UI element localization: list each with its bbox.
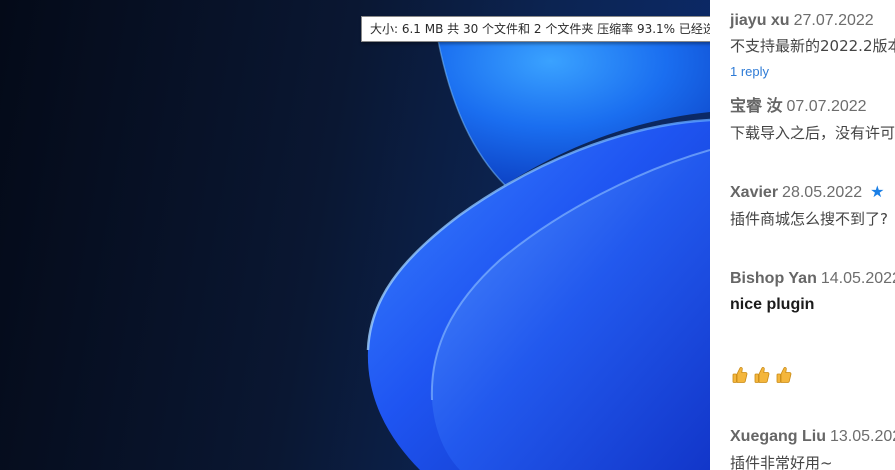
review-author: Xavier xyxy=(730,184,779,201)
review-item: jiayu xu 27.07.2022 不支持最新的2022.2版本 1 repl… xyxy=(730,11,895,79)
review-item: Xavier 28.05.2022 ★ 插件商城怎么搜不到了? xyxy=(730,183,888,229)
review-header: Xavier 28.05.2022 ★ xyxy=(730,183,888,203)
thumbs-up-icon xyxy=(754,367,770,383)
reply-link[interactable]: 1 reply xyxy=(730,64,895,79)
review-header: Bishop Yan 14.05.2022 xyxy=(730,269,895,289)
review-author: Bishop Yan xyxy=(730,270,817,287)
reviews-panel: jiayu xu 27.07.2022 不支持最新的2022.2版本 1 repl… xyxy=(710,0,895,470)
review-header: Xuegang Liu13.05.2022 xyxy=(730,427,895,447)
review-author: Xuegang Liu xyxy=(730,428,826,445)
review-date: 28.05.2022 xyxy=(782,184,863,201)
rating-star-icon: ★ xyxy=(870,184,885,201)
review-date: 07.07.2022 xyxy=(786,98,867,115)
emoji-row xyxy=(732,366,792,384)
archive-info-tooltip: 大小: 6.1 MB 共 30 个文件和 2 个文件夹 压缩率 93.1% 已经… xyxy=(361,16,713,42)
thumbs-up-icon xyxy=(732,367,748,383)
review-date: 13.05.2022 xyxy=(830,428,895,445)
review-item: Bishop Yan 14.05.2022 nice plugin xyxy=(730,269,895,315)
screen: 大小: 6.1 MB 共 30 个文件和 2 个文件夹 压缩率 93.1% 已经… xyxy=(0,0,895,470)
review-header: 宝睿 汝 07.07.2022 xyxy=(730,97,895,117)
review-item: 宝睿 汝 07.07.2022 下载导入之后，没有许可 xyxy=(730,97,895,143)
review-date: 27.07.2022 xyxy=(793,12,874,29)
review-text: nice plugin xyxy=(730,296,815,313)
review-text: 不支持最新的2022.2版本 xyxy=(730,37,895,55)
wallpaper-bloom-graphic xyxy=(366,20,710,470)
review-item: Xuegang Liu13.05.2022 插件非常好用~ xyxy=(730,427,895,470)
review-text: 插件商城怎么搜不到了? xyxy=(730,210,888,228)
review-text: 插件非常好用~ xyxy=(730,454,833,470)
desktop-wallpaper xyxy=(0,0,710,470)
thumbs-up-icon xyxy=(776,367,792,383)
review-date: 14.05.2022 xyxy=(820,270,895,287)
review-author: 宝睿 汝 xyxy=(730,98,783,115)
review-text: 下载导入之后，没有许可 xyxy=(730,124,895,142)
review-author: jiayu xu xyxy=(730,12,790,29)
review-header: jiayu xu 27.07.2022 xyxy=(730,11,895,31)
